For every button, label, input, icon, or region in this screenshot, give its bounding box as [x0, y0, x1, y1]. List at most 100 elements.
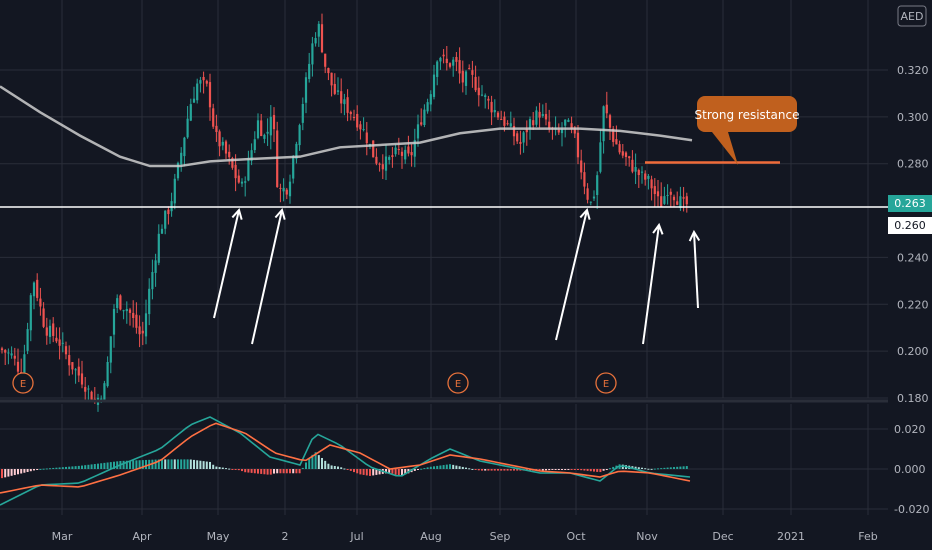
macd-bar — [612, 466, 615, 469]
candle-body — [599, 142, 602, 172]
candle-body — [340, 91, 343, 104]
candle-body — [234, 164, 237, 179]
candle-body — [583, 172, 586, 187]
candle-body — [388, 157, 391, 160]
macd-bar — [365, 469, 368, 476]
macd-bar — [29, 469, 32, 472]
macd-bar — [647, 468, 650, 470]
earnings-marker[interactable]: E — [12, 372, 34, 394]
macd-bar — [20, 469, 23, 474]
support-price-label: 0.260 — [894, 219, 926, 232]
candle-body — [484, 95, 487, 98]
candle-body — [221, 141, 224, 146]
macd-bar — [317, 455, 320, 469]
macd-bar — [260, 469, 263, 474]
candle-body — [672, 196, 676, 201]
candle-body — [455, 57, 458, 62]
candle-body — [144, 313, 148, 337]
macd-bar — [545, 469, 547, 471]
macd-bar — [423, 468, 426, 470]
candle-body — [298, 125, 301, 146]
candle-body — [676, 201, 679, 205]
macd-bar — [503, 469, 506, 471]
candle-body — [624, 152, 628, 158]
candle-body — [423, 109, 426, 126]
candle-body — [589, 201, 592, 203]
macd-bar — [455, 465, 458, 469]
macd-bar — [42, 468, 45, 470]
macd-bar — [660, 468, 663, 470]
macd-bar — [145, 459, 147, 469]
macd-bar — [420, 468, 423, 470]
macd-bar — [90, 464, 93, 469]
candle-body — [477, 87, 480, 96]
macd-bar — [548, 469, 551, 471]
candle-body — [343, 99, 346, 105]
macd-bar — [359, 469, 362, 475]
candle-body — [205, 80, 208, 84]
candle-body — [621, 151, 624, 156]
candle-body — [26, 329, 29, 351]
candle-body — [167, 209, 170, 215]
price-tick-label: 0.200 — [897, 345, 929, 358]
macd-bar — [353, 469, 355, 473]
candle-body — [538, 111, 541, 118]
candle-body — [330, 72, 333, 86]
candle-body — [317, 23, 320, 37]
macd-bar — [100, 463, 103, 469]
candle-body — [618, 144, 621, 153]
candle-body — [266, 131, 269, 134]
candle-body — [87, 388, 90, 390]
time-tick-label: May — [207, 530, 230, 543]
macd-bar — [669, 467, 672, 469]
chart-canvas: Strong resistance E E E 0.320 0.300 0.280 0.2… — [0, 0, 932, 550]
macd-bar — [682, 466, 685, 469]
macd-bar — [356, 469, 359, 474]
candle-body — [442, 54, 445, 57]
candle-body — [4, 350, 7, 353]
macd-bar — [122, 460, 125, 469]
candle-body — [189, 104, 192, 121]
macd-bar — [481, 469, 483, 471]
candle-body — [215, 125, 218, 132]
currency-label: AED — [901, 10, 924, 23]
candle-body — [80, 373, 84, 385]
time-tick-label: Apr — [132, 530, 152, 543]
earnings-marker[interactable]: E — [447, 372, 469, 394]
candle-body — [327, 68, 330, 74]
macd-bar — [189, 459, 192, 469]
macd-bar — [439, 465, 442, 469]
candle-body — [320, 24, 324, 53]
candle-body — [151, 272, 154, 290]
current-price-badge: 0.263 — [888, 195, 932, 212]
macd-bar — [324, 460, 327, 469]
macd-bar — [199, 460, 202, 469]
candle-body — [100, 398, 103, 400]
macd-bar — [39, 468, 42, 470]
time-tick-label: Oct — [566, 530, 586, 543]
macd-bar — [81, 465, 83, 469]
macd-bar — [346, 469, 349, 470]
candle-body — [42, 308, 45, 327]
macd-bar — [452, 464, 455, 469]
candle-body — [260, 120, 263, 137]
candle-body — [416, 124, 420, 139]
candle-body — [196, 83, 199, 101]
candle-body — [112, 308, 116, 335]
macd-bar — [237, 469, 240, 471]
candle-body — [375, 156, 378, 164]
candle — [276, 121, 279, 188]
candle-body — [160, 228, 164, 234]
candle-body — [106, 362, 109, 387]
earnings-marker[interactable]: E — [595, 372, 617, 394]
candle-body — [480, 94, 484, 96]
macd-bar — [436, 465, 439, 469]
macd-bar — [61, 467, 64, 469]
candle-body — [7, 352, 10, 354]
macd-bar — [570, 469, 573, 470]
candle-body — [647, 175, 650, 179]
candle-body — [282, 187, 285, 192]
candle-body — [452, 59, 455, 66]
candle-body — [164, 210, 167, 229]
macd-bar — [7, 469, 10, 477]
